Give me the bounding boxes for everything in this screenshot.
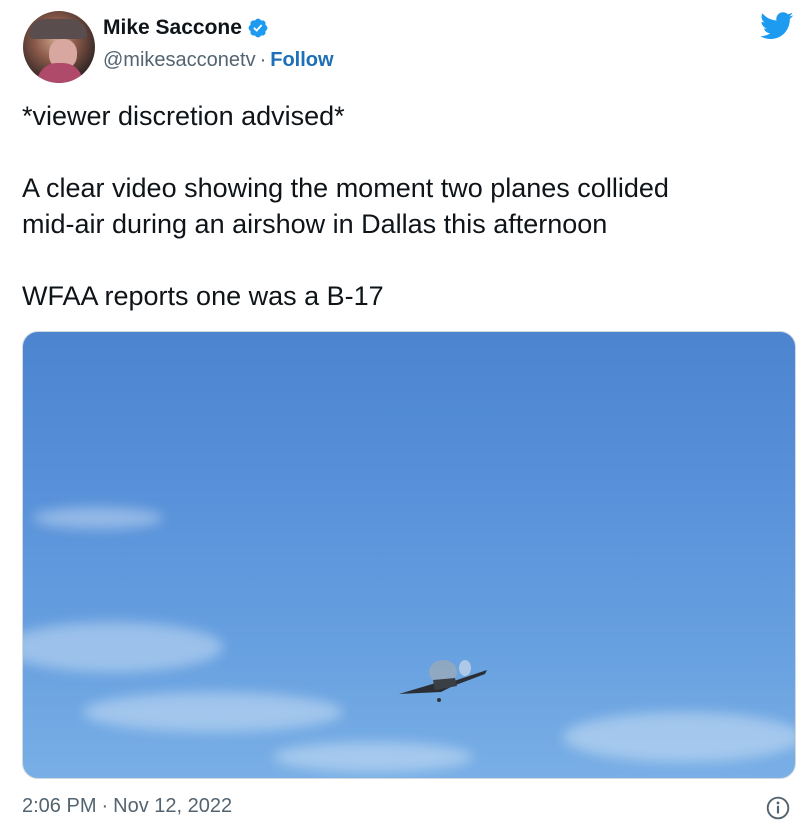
tweet-time: 2:06 PM — [22, 794, 97, 817]
cloud — [23, 622, 223, 672]
cloud — [563, 712, 795, 762]
author-name-row: Mike Saccone — [103, 14, 269, 42]
follow-button[interactable]: Follow — [270, 49, 333, 72]
avatar[interactable] — [23, 11, 95, 83]
tweet-line-gap — [22, 134, 792, 170]
cloud — [83, 692, 343, 732]
tweet-line: WFAA reports one was a B-17 — [22, 281, 384, 311]
author-handle-row: @mikesacconetv · Follow — [103, 46, 334, 74]
author-display-name[interactable]: Mike Saccone — [103, 16, 242, 40]
tweet-date: Nov 12, 2022 — [113, 794, 233, 817]
verified-badge-icon — [248, 18, 268, 38]
tweet-line-gap — [22, 242, 792, 278]
avatar-hat — [29, 19, 87, 39]
tweet-card: Mike Saccone @mikesacconetv · Follow *vi… — [0, 0, 811, 823]
author-handle[interactable]: @mikesacconetv — [103, 49, 256, 72]
plane-icon — [399, 660, 487, 702]
tweet-line: A clear video showing the moment two pla… — [22, 173, 669, 203]
cloud — [273, 742, 473, 772]
timestamp-separator: · — [101, 794, 109, 817]
twitter-bird-icon[interactable] — [760, 12, 794, 40]
info-icon[interactable] — [765, 795, 791, 821]
tweet-line: *viewer discretion advised* — [22, 101, 345, 131]
handle-separator: · — [259, 48, 267, 71]
tweet-text: *viewer discretion advised* A clear vide… — [22, 98, 792, 314]
cloud — [33, 507, 163, 529]
video-thumbnail[interactable] — [22, 331, 796, 779]
timestamp[interactable]: 2:06 PM · Nov 12, 2022 — [22, 792, 232, 820]
avatar-shirt — [37, 63, 83, 83]
tweet-line: mid-air during an airshow in Dallas this… — [22, 209, 608, 239]
